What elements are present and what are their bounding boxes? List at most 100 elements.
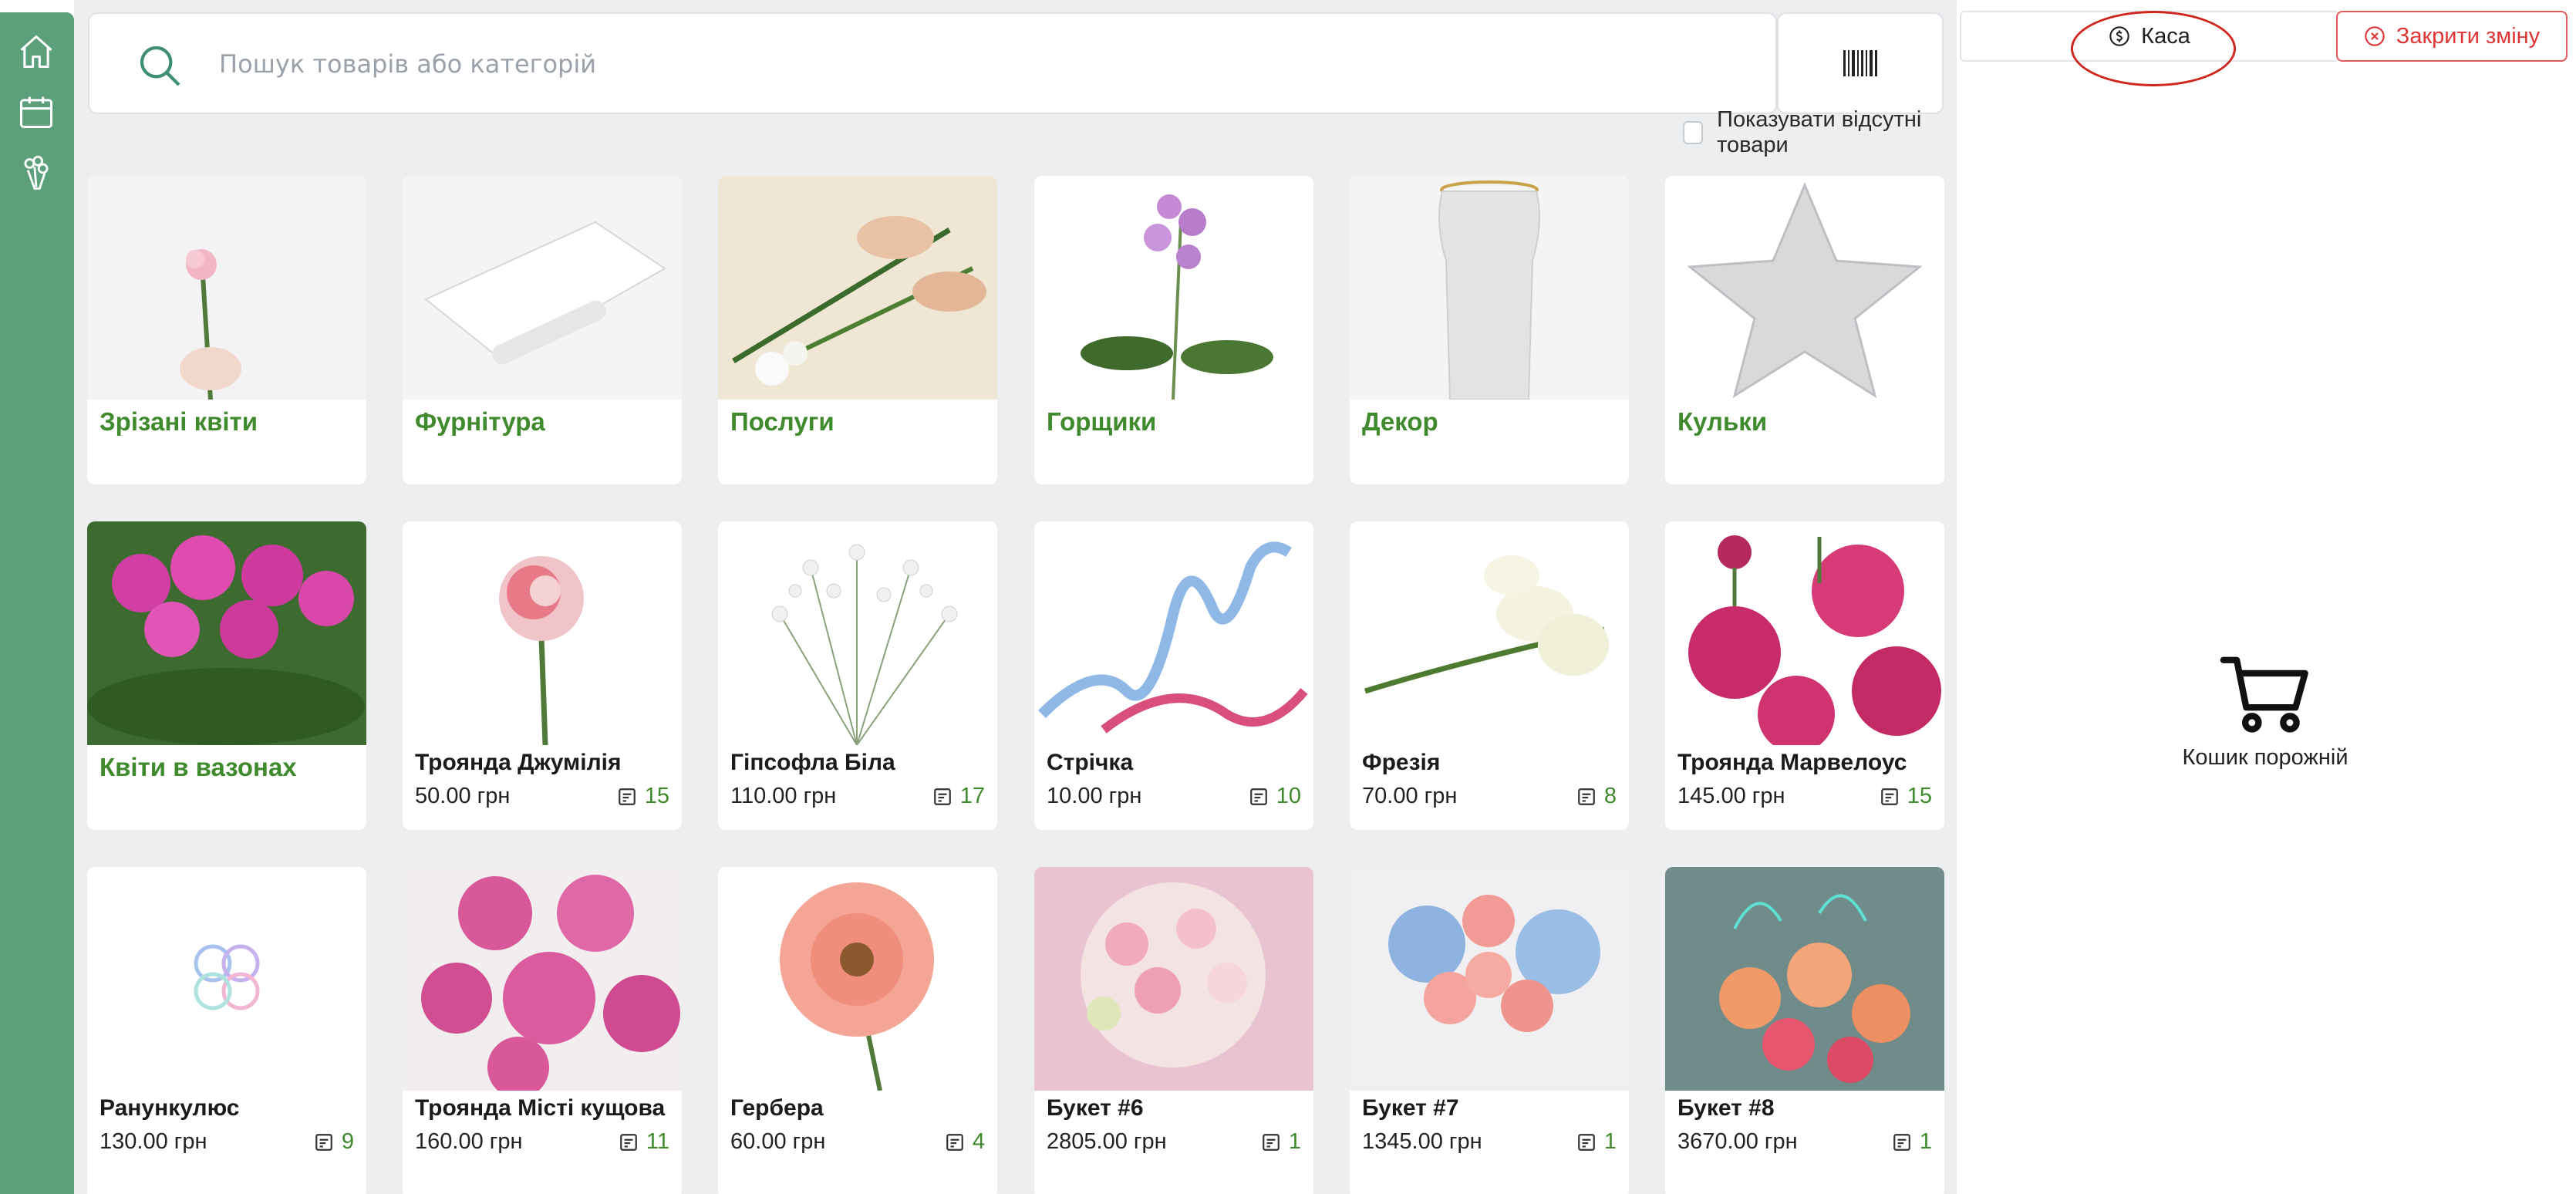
- product-card[interactable]: Гіпсофла Біла 110.00 грн 17: [718, 521, 997, 830]
- stock-count: 4: [945, 1129, 985, 1155]
- category-title: Зрізані квіти: [99, 407, 258, 436]
- stock-icon: [315, 1133, 332, 1151]
- category-card-cut-flowers[interactable]: Зрізані квіти: [87, 176, 366, 484]
- stock-count: 1: [1892, 1129, 1932, 1155]
- product-title: Стрічка: [1047, 750, 1134, 775]
- category-title: Послуги: [730, 407, 835, 436]
- stock-count: 11: [619, 1129, 669, 1155]
- product-card[interactable]: Букет #7 1345.00 грн 1: [1350, 867, 1629, 1194]
- stock-icon: [1263, 1133, 1280, 1151]
- product-price: 1345.00 грн: [1362, 1129, 1482, 1154]
- product-price: 3670.00 грн: [1677, 1129, 1798, 1154]
- bouquet-7-image: [1350, 867, 1629, 1091]
- rose-image: [403, 521, 682, 745]
- empty-cart-label: Кошик порожній: [2182, 745, 2348, 770]
- geranium-image: [87, 521, 366, 745]
- stock-count: 9: [314, 1129, 354, 1155]
- stock-count: 1: [1261, 1129, 1301, 1155]
- product-title: Гербера: [730, 1095, 824, 1121]
- product-card[interactable]: Троянда Джумілія 50.00 грн 15: [403, 521, 682, 830]
- search-bar: [88, 12, 1777, 114]
- product-title: Букет #6: [1047, 1095, 1144, 1121]
- category-card-balloons[interactable]: Кульки: [1665, 176, 1944, 484]
- product-price: 160.00 грн: [415, 1129, 523, 1154]
- product-title: Фрезія: [1362, 750, 1441, 775]
- placeholder-logo-image: [87, 867, 366, 1091]
- search-icon: [140, 46, 180, 86]
- product-card[interactable]: Троянда Марвелоус 145.00 грн 15: [1665, 521, 1944, 830]
- stock-count: 15: [617, 784, 669, 809]
- bouquet-6-image: [1034, 867, 1313, 1091]
- cart-panel: Каса Закрити зміну Кошик порожній: [1957, 0, 2576, 1194]
- product-title: Троянда Джумілія: [415, 750, 622, 775]
- cash-register-label: Каса: [2141, 23, 2190, 49]
- spray-rose-image: [403, 867, 682, 1091]
- product-card[interactable]: Гербера 60.00 грн 4: [718, 867, 997, 1194]
- product-price: 10.00 грн: [1047, 784, 1142, 808]
- close-shift-button[interactable]: Закрити зміну: [2336, 11, 2568, 62]
- product-title: Букет #7: [1362, 1095, 1459, 1121]
- product-title: Гіпсофла Біла: [730, 750, 895, 775]
- product-card[interactable]: Фрезія 70.00 грн 8: [1350, 521, 1629, 830]
- home-icon[interactable]: [14, 29, 59, 74]
- product-title: Ранункулюс: [99, 1095, 240, 1121]
- show-missing-checkbox[interactable]: [1683, 121, 1704, 144]
- product-price: 110.00 грн: [730, 784, 837, 808]
- catalog-area: Показувати відсутні товари Зрізані квіти…: [74, 0, 1957, 1194]
- wrapping-paper-image: [403, 176, 682, 400]
- product-card[interactable]: Троянда Місті кущова 160.00 грн 11: [403, 867, 682, 1194]
- stock-icon: [946, 1133, 963, 1151]
- barcode-icon: [1843, 50, 1877, 76]
- product-card[interactable]: Букет #8 3670.00 грн 1: [1665, 867, 1944, 1194]
- gerbera-image: [718, 867, 997, 1091]
- stock-icon: [620, 1133, 637, 1151]
- category-title: Горщики: [1047, 407, 1157, 436]
- search-input[interactable]: [219, 37, 1746, 91]
- product-card[interactable]: Ранункулюс 130.00 грн 9: [87, 867, 366, 1194]
- vase-image: [1350, 176, 1629, 400]
- barcode-scan-button[interactable]: [1777, 12, 1944, 114]
- category-title: Фурнітура: [415, 407, 545, 436]
- cut-flower-image: [87, 176, 366, 400]
- category-card-potted-flowers[interactable]: Квіти в вазонах: [87, 521, 366, 830]
- gypsophila-image: [718, 521, 997, 745]
- stock-count: 8: [1576, 784, 1617, 809]
- product-price: 60.00 грн: [730, 1129, 826, 1154]
- product-price: 50.00 грн: [415, 784, 511, 808]
- category-card-services[interactable]: Послуги: [718, 176, 997, 484]
- category-card-supplies[interactable]: Фурнітура: [403, 176, 682, 484]
- freesia-image: [1350, 521, 1629, 745]
- show-missing-label: Показувати відсутні товари: [1717, 107, 1922, 157]
- stock-icon: [933, 788, 951, 805]
- product-price: 70.00 грн: [1362, 784, 1458, 808]
- orchid-image: [1034, 176, 1313, 400]
- star-balloon-image: [1665, 176, 1944, 400]
- category-title: Кульки: [1677, 407, 1768, 436]
- product-price: 145.00 грн: [1677, 784, 1785, 808]
- category-card-decor[interactable]: Декор: [1350, 176, 1629, 484]
- stock-icon: [618, 788, 636, 805]
- stock-count: 15: [1880, 784, 1932, 809]
- sidebar: [0, 12, 74, 1194]
- stock-icon: [1249, 788, 1267, 805]
- category-card-pots[interactable]: Горщики: [1034, 176, 1313, 484]
- stock-count: 1: [1576, 1129, 1617, 1155]
- product-price: 2805.00 грн: [1047, 1129, 1167, 1154]
- product-title: Троянда Марвелоус: [1677, 750, 1907, 775]
- show-missing-toggle[interactable]: Показувати відсутні товари: [1683, 107, 1957, 157]
- calendar-icon[interactable]: [14, 89, 59, 134]
- bouquet-8-image: [1665, 867, 1944, 1091]
- stock-count: 10: [1249, 784, 1301, 809]
- stock-count: 17: [932, 784, 985, 809]
- shopping-cart-icon: [2220, 656, 2308, 733]
- product-card[interactable]: Букет #6 2805.00 грн 1: [1034, 867, 1313, 1194]
- product-price: 130.00 грн: [99, 1129, 207, 1154]
- ribbon-image: [1034, 521, 1313, 745]
- product-title: Букет #8: [1677, 1095, 1775, 1121]
- product-card[interactable]: Стрічка 10.00 грн 10: [1034, 521, 1313, 830]
- bouquet-icon[interactable]: [14, 151, 59, 196]
- category-title: Квіти в вазонах: [99, 753, 297, 781]
- product-title: Троянда Місті кущова: [415, 1095, 666, 1121]
- close-circle-icon: [2365, 26, 2385, 46]
- cash-register-button[interactable]: Каса: [1960, 11, 2339, 62]
